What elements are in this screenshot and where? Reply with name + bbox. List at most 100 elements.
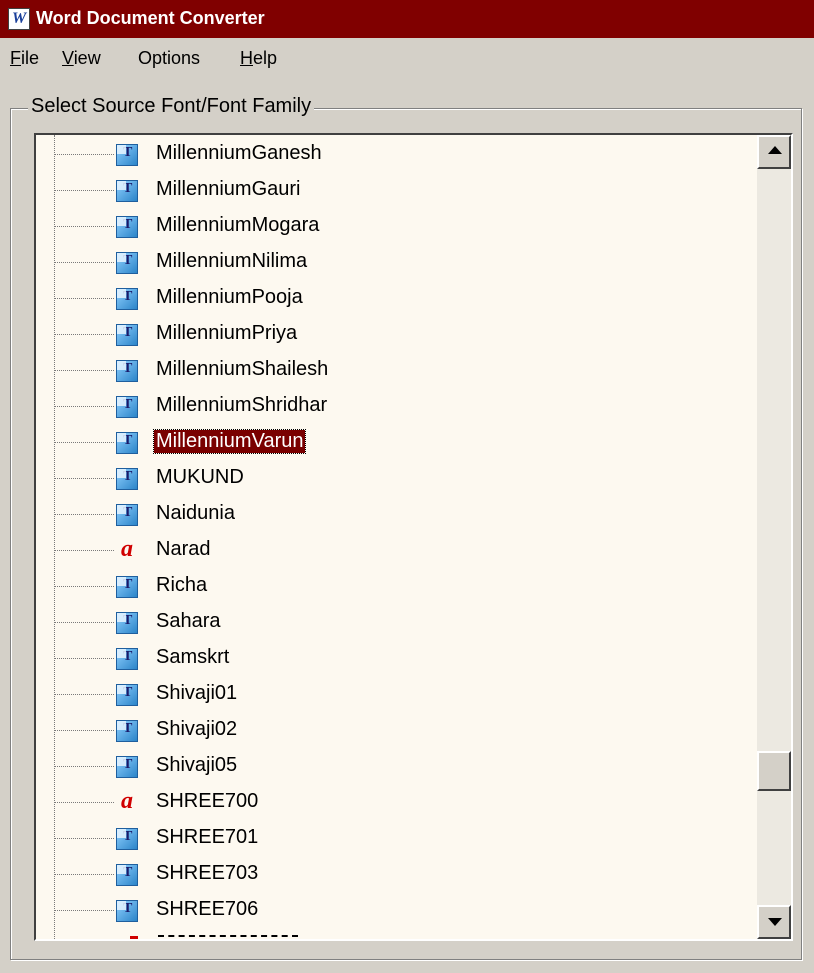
list-item[interactable]: MillenniumGauri xyxy=(36,173,756,209)
truetype-font-icon xyxy=(116,180,138,202)
window-title: Word Document Converter xyxy=(36,8,265,28)
list-item[interactable]: SHREE701 xyxy=(36,821,756,857)
list-item[interactable]: Samskrt xyxy=(36,641,756,677)
tree-branch-line xyxy=(54,730,114,731)
tree-branch-line xyxy=(54,658,114,659)
list-item-label: MillenniumPriya xyxy=(156,322,298,344)
menu-view-label: iew xyxy=(73,48,101,68)
menu-help[interactable]: Help xyxy=(240,48,277,69)
truetype-font-icon xyxy=(116,252,138,274)
truetype-font-icon xyxy=(116,288,138,310)
list-item-label: MillenniumPooja xyxy=(156,286,303,308)
list-item-label: MillenniumGanesh xyxy=(156,142,322,164)
type1-font-icon: a xyxy=(121,788,133,814)
list-item-label: Narad xyxy=(156,538,211,560)
list-item-label: SHREE706 xyxy=(156,898,259,920)
tree-branch-line xyxy=(54,406,114,407)
truetype-font-icon xyxy=(116,828,138,850)
tree-branch-line xyxy=(54,802,114,803)
scroll-up-button[interactable] xyxy=(757,135,791,169)
list-item[interactable]: MillenniumPooja xyxy=(36,281,756,317)
list-item-label: MillenniumVarun xyxy=(152,429,307,454)
list-item-label: Shivaji05 xyxy=(156,754,238,776)
truetype-font-icon xyxy=(116,684,138,706)
menu-file[interactable]: File xyxy=(10,48,39,69)
truetype-font-icon xyxy=(116,576,138,598)
list-item[interactable]: a Narad xyxy=(36,533,756,569)
list-item-label: MillenniumMogara xyxy=(156,214,320,236)
tree-branch-line xyxy=(54,550,114,551)
font-tree-list[interactable]: MillenniumGanesh MillenniumGauri Millenniu… xyxy=(34,133,793,941)
list-item[interactable]: SHREE703 xyxy=(36,857,756,893)
list-item[interactable]: Richa xyxy=(36,569,756,605)
tree-branch-line xyxy=(54,442,114,443)
list-item-label: Richa xyxy=(156,574,208,596)
title-bar[interactable]: W Word Document Converter xyxy=(0,0,814,38)
tree-branch-line xyxy=(54,478,114,479)
list-item-label: MillenniumNilima xyxy=(156,250,308,272)
list-item[interactable]: MillenniumMogara xyxy=(36,209,756,245)
partial-list-item[interactable] xyxy=(36,931,336,939)
menu-help-access-key: H xyxy=(240,48,253,68)
tree-branch-line xyxy=(54,622,114,623)
partial-list-item-label xyxy=(158,935,298,937)
tree-branch-line xyxy=(54,910,114,911)
arrow-up-icon xyxy=(768,146,782,154)
list-item[interactable]: Shivaji05 xyxy=(36,749,756,785)
menu-options-label: Options xyxy=(138,48,201,68)
list-item[interactable]: Sahara xyxy=(36,605,756,641)
truetype-font-icon xyxy=(116,468,138,490)
menu-view-access-key: V xyxy=(62,48,74,68)
list-item-label: SHREE700 xyxy=(156,790,259,812)
list-item[interactable]: MUKUND xyxy=(36,461,756,497)
list-item-label: MillenniumGauri xyxy=(156,178,301,200)
truetype-font-icon xyxy=(116,612,138,634)
list-item[interactable]: Shivaji01 xyxy=(36,677,756,713)
menu-file-access-key: F xyxy=(10,48,21,68)
tree-branch-line xyxy=(54,874,114,875)
list-item[interactable]: MillenniumShailesh xyxy=(36,353,756,389)
truetype-font-icon xyxy=(116,504,138,526)
list-item[interactable]: MillenniumShridhar xyxy=(36,389,756,425)
list-item[interactable]: Shivaji02 xyxy=(36,713,756,749)
arrow-down-icon xyxy=(768,918,782,926)
list-item-label: Shivaji01 xyxy=(156,682,238,704)
type1-font-icon: a xyxy=(121,536,133,562)
menu-view[interactable]: View xyxy=(62,48,101,69)
list-item-label: Naidunia xyxy=(156,502,235,524)
tree-branch-line xyxy=(54,334,114,335)
list-item-label: Shivaji02 xyxy=(156,718,238,740)
list-item-label: SHREE701 xyxy=(156,826,259,848)
truetype-font-icon xyxy=(116,648,138,670)
list-item[interactable]: a SHREE700 xyxy=(36,785,756,821)
tree-branch-line xyxy=(54,298,114,299)
list-item[interactable]: Naidunia xyxy=(36,497,756,533)
list-item[interactable]: SHREE706 xyxy=(36,893,756,929)
scroll-thumb[interactable] xyxy=(757,751,791,791)
list-item[interactable]: MillenniumVarun xyxy=(36,425,756,461)
menu-options[interactable]: Options xyxy=(138,48,200,69)
scroll-down-button[interactable] xyxy=(757,905,791,939)
tree-branch-line xyxy=(54,154,114,155)
list-item-label: SHREE703 xyxy=(156,862,259,884)
list-item[interactable]: MillenniumNilima xyxy=(36,245,756,281)
word-converter-app-icon[interactable]: W xyxy=(8,8,30,30)
tree-branch-line xyxy=(54,766,114,767)
list-item-label: Sahara xyxy=(156,610,221,632)
truetype-font-icon xyxy=(116,216,138,238)
menu-help-label: elp xyxy=(253,48,278,68)
list-item[interactable]: MillenniumGanesh xyxy=(36,137,756,173)
tree-branch-line xyxy=(54,190,114,191)
menu-file-label: ile xyxy=(21,48,40,68)
tree-branch-line xyxy=(54,262,114,263)
list-item[interactable]: MillenniumPriya xyxy=(36,317,756,353)
list-item-label: MillenniumShridhar xyxy=(156,394,328,416)
menu-bar: File View Options Help xyxy=(0,38,814,82)
truetype-font-icon xyxy=(116,396,138,418)
tree-branch-line xyxy=(54,694,114,695)
vertical-scrollbar[interactable] xyxy=(757,135,791,939)
tree-branch-line xyxy=(54,838,114,839)
tree-branch-line xyxy=(54,514,114,515)
truetype-font-icon xyxy=(116,900,138,922)
truetype-font-icon xyxy=(116,360,138,382)
